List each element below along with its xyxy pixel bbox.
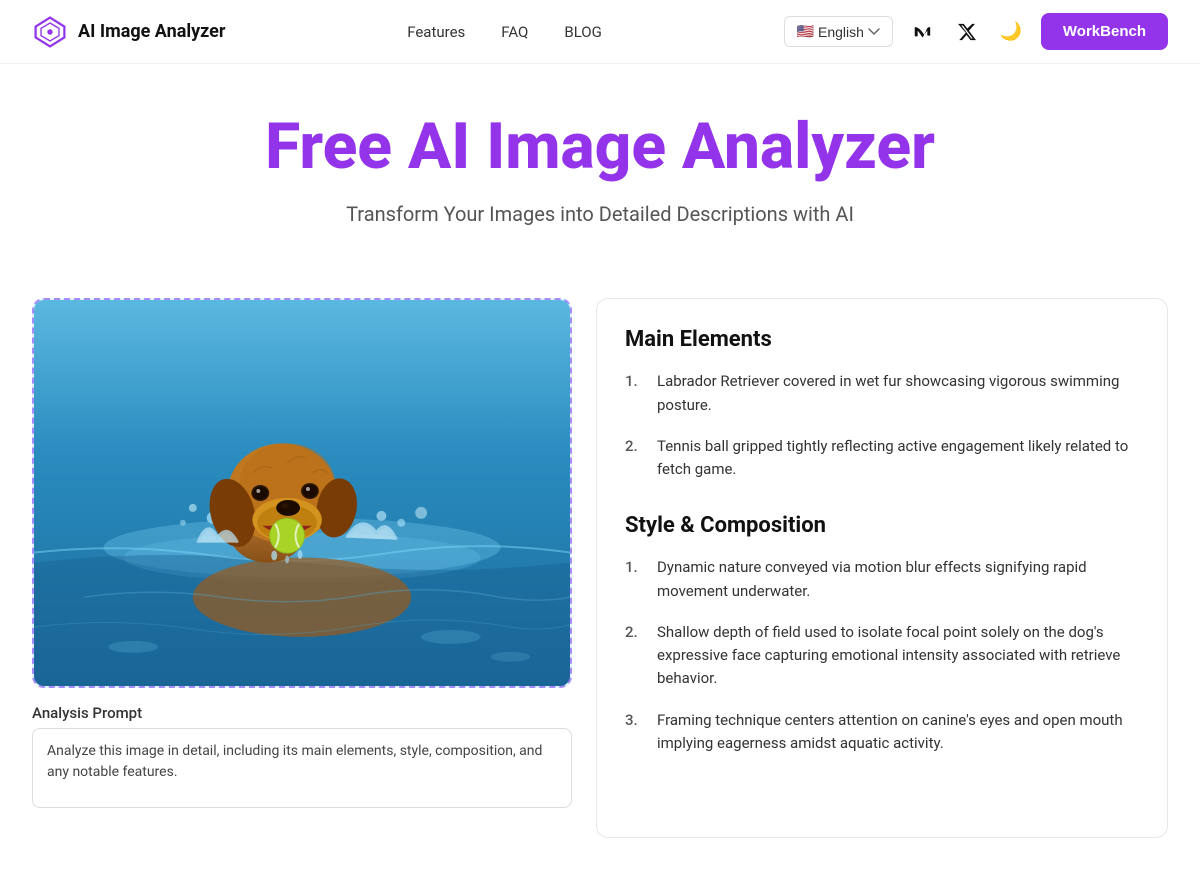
dark-mode-toggle[interactable]: 🌙	[997, 18, 1025, 46]
hero-title: Free AI Image Analyzer	[32, 112, 1168, 182]
list-item-text: Labrador Retriever covered in wet fur sh…	[657, 370, 1139, 417]
main-elements-title: Main Elements	[625, 327, 1139, 352]
nav-faq[interactable]: FAQ	[501, 23, 528, 41]
lang-flag: 🇺🇸	[797, 23, 814, 40]
lang-label: English	[818, 24, 864, 40]
logo-text: AI Image Analyzer	[78, 21, 226, 42]
list-item: 2. Tennis ball gripped tightly reflectin…	[625, 435, 1139, 482]
bluesky-icon[interactable]	[909, 18, 937, 46]
logo-icon	[32, 14, 68, 50]
list-number: 2.	[625, 621, 645, 691]
navbar: AI Image Analyzer Features FAQ BLOG 🇺🇸 E…	[0, 0, 1200, 64]
prompt-textarea[interactable]: Analyze this image in detail, including …	[32, 728, 572, 808]
list-item: 3. Framing technique centers attention o…	[625, 709, 1139, 756]
left-panel: Analysis Prompt Analyze this image in de…	[32, 298, 572, 812]
list-item-text: Tennis ball gripped tightly reflecting a…	[657, 435, 1139, 482]
nav-features[interactable]: Features	[407, 23, 465, 41]
style-composition-section: Style & Composition 1. Dynamic nature co…	[625, 513, 1139, 755]
list-number: 3.	[625, 709, 645, 756]
list-item: 2. Shallow depth of field used to isolat…	[625, 621, 1139, 691]
workbench-button[interactable]: WorkBench	[1041, 13, 1168, 50]
list-item: 1. Dynamic nature conveyed via motion bl…	[625, 556, 1139, 603]
nav-blog[interactable]: BLOG	[564, 23, 602, 41]
main-content: Analysis Prompt Analyze this image in de…	[0, 298, 1200, 878]
hero-section: Free AI Image Analyzer Transform Your Im…	[0, 64, 1200, 298]
list-number: 1.	[625, 556, 645, 603]
main-elements-list: 1. Labrador Retriever covered in wet fur…	[625, 370, 1139, 481]
list-item-text: Shallow depth of field used to isolate f…	[657, 621, 1139, 691]
prompt-label: Analysis Prompt	[32, 704, 572, 722]
chevron-down-icon	[868, 26, 880, 38]
analysis-results-panel[interactable]: Main Elements 1. Labrador Retriever cove…	[596, 298, 1168, 838]
nav-right: 🇺🇸 English 🌙 WorkBench	[784, 13, 1168, 50]
list-number: 1.	[625, 370, 645, 417]
list-number: 2.	[625, 435, 645, 482]
style-composition-title: Style & Composition	[625, 513, 1139, 538]
prompt-section: Analysis Prompt Analyze this image in de…	[32, 704, 572, 812]
language-selector[interactable]: 🇺🇸 English	[784, 16, 893, 47]
list-item: 1. Labrador Retriever covered in wet fur…	[625, 370, 1139, 417]
logo[interactable]: AI Image Analyzer	[32, 14, 226, 50]
hero-subtitle: Transform Your Images into Detailed Desc…	[32, 202, 1168, 226]
dog-image	[34, 300, 570, 686]
image-upload-area[interactable]	[32, 298, 572, 688]
list-item-text: Dynamic nature conveyed via motion blur …	[657, 556, 1139, 603]
list-item-text: Framing technique centers attention on c…	[657, 709, 1139, 756]
x-twitter-icon[interactable]	[953, 18, 981, 46]
style-composition-list: 1. Dynamic nature conveyed via motion bl…	[625, 556, 1139, 755]
nav-links: Features FAQ BLOG	[407, 23, 602, 41]
main-elements-section: Main Elements 1. Labrador Retriever cove…	[625, 327, 1139, 481]
